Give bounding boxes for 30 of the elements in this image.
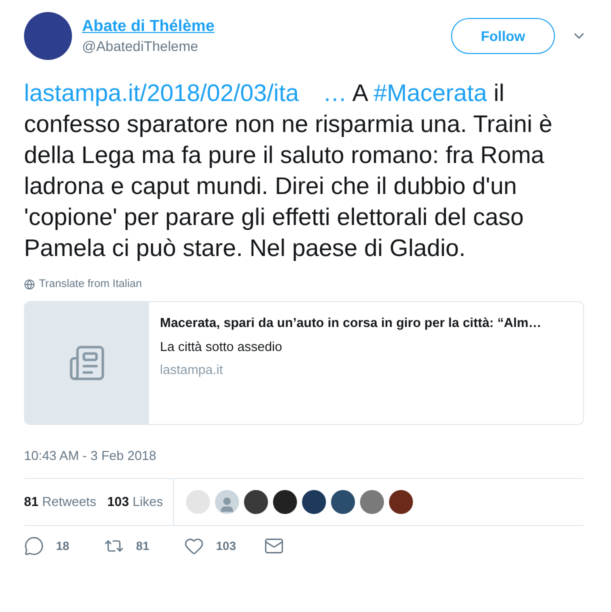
message-icon[interactable] <box>264 536 284 556</box>
author-name[interactable]: Abate di Thélème <box>82 17 214 37</box>
follow-button[interactable]: Follow <box>451 18 555 54</box>
liker-photo-placeholder[interactable] <box>272 490 297 514</box>
link-card[interactable]: Macerata, spari da un’auto in corsa in giro per la città: “Alm… La città sotto assedio lastampa.it <box>24 300 584 424</box>
tweet-text: lastampa.it/2018/02/03/ita … A #Macerata il confesso sparatore non ne risparmia una. Traini è della Lega ma fa pure il saluto romano: fra Roma ladrona e caput mundi. Direi che il dubbio d'un 'copione' per parare gli effetti elettorali del caso Pamela ci può stare. Nel paese di Gladio. <box>24 79 554 264</box>
reply-icon[interactable] <box>24 536 44 556</box>
action-count: 103 <box>216 538 236 555</box>
stat-link[interactable]: 81 Retweets <box>24 492 96 512</box>
document-icon <box>68 344 106 382</box>
card-title: Macerata, spari da un’auto in corsa in giro per la città: “Alm… <box>160 314 542 332</box>
tweet-link[interactable]: lastampa.it/2018/02/03/ita <box>24 80 299 107</box>
link-ellipsis: … <box>322 80 347 107</box>
stat-link[interactable]: 103 Likes <box>107 492 163 512</box>
card-domain: lastampa.it <box>160 360 224 378</box>
action-count: 18 <box>56 538 70 555</box>
action-count: 81 <box>136 538 150 555</box>
liker-photo-placeholder[interactable] <box>330 490 355 514</box>
translate-link[interactable]: Translate from Italian <box>39 276 142 292</box>
globe-icon <box>24 278 35 290</box>
card-description: La città sotto assedio <box>160 338 284 356</box>
like-icon[interactable] <box>184 536 204 556</box>
avatar-photo-placeholder[interactable] <box>24 12 72 60</box>
author-handle: @AbatediTheleme <box>82 37 200 55</box>
liker-photo-placeholder[interactable] <box>388 490 413 514</box>
hashtag-link[interactable]: #Macerata <box>374 80 487 107</box>
tweet-timestamp: 10:43 AM - 3 Feb 2018 <box>24 446 158 464</box>
liker-photo-placeholder[interactable] <box>244 490 268 514</box>
liker-photo-placeholder[interactable] <box>302 490 326 514</box>
liker-default-avatar[interactable] <box>214 490 239 514</box>
